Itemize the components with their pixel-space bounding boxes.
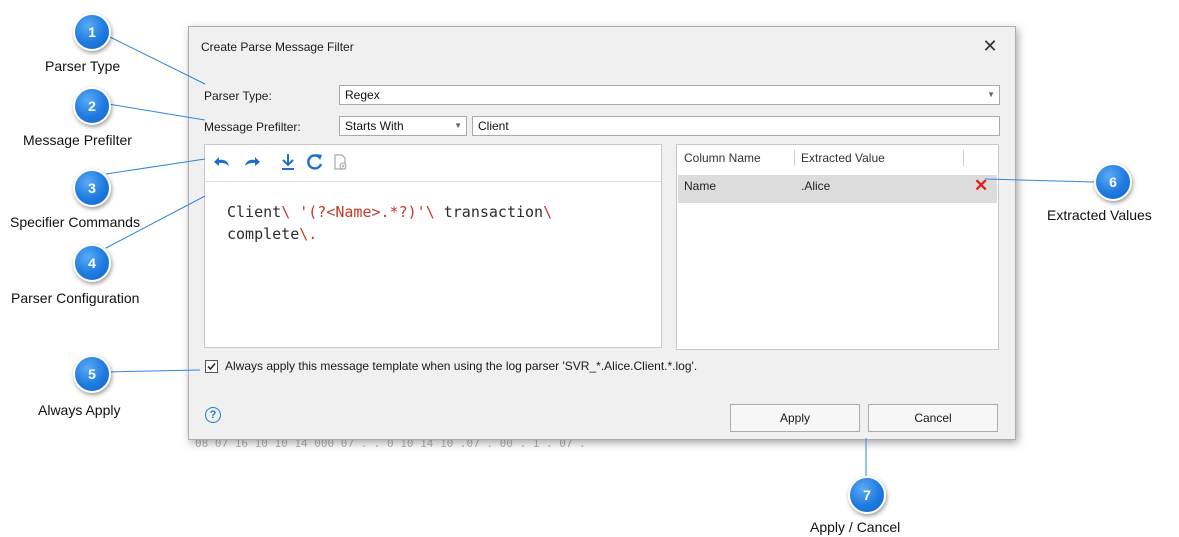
callout-label-specifier-commands: Specifier Commands [10, 214, 140, 230]
callout-badge-3: 3 [73, 169, 111, 207]
callout-label-parser-type: Parser Type [45, 58, 121, 74]
callout-label-message-prefilter: Message Prefilter [23, 132, 132, 148]
callout-badge-6: 6 [1094, 163, 1132, 201]
callout-badge-2: 2 [73, 87, 111, 125]
callout-badge-5: 5 [73, 355, 111, 393]
callout-label-parser-configuration: Parser Configuration [11, 290, 140, 306]
callout-label-extracted-values: Extracted Values [1047, 207, 1152, 223]
callout-label-apply-cancel: Apply / Cancel [810, 519, 901, 535]
callout-badge-7: 7 [848, 476, 886, 514]
callout-badge-4: 4 [73, 244, 111, 282]
callout-badge-1: 1 [73, 13, 111, 51]
callout-connector-lines [105, 35, 1095, 476]
callout-label-always-apply: Always Apply [38, 402, 121, 418]
